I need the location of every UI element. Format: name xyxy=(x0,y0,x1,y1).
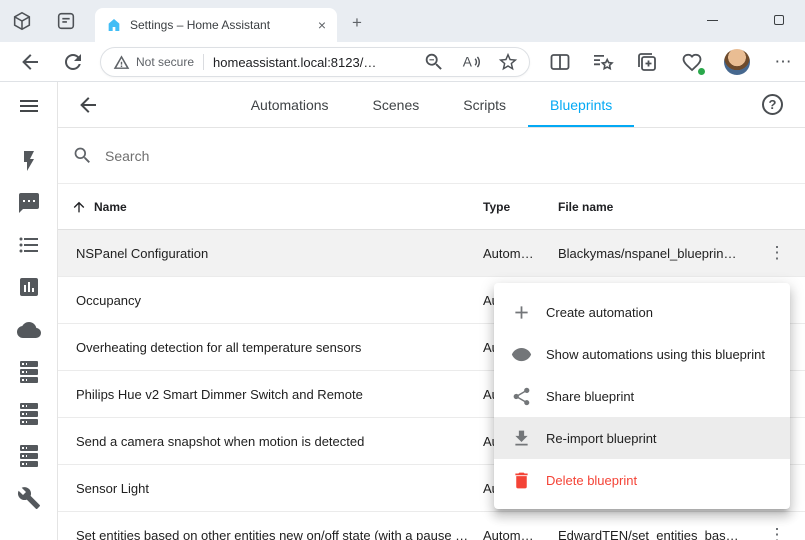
row-file: EdwardTEN/set_entities_bas… xyxy=(558,528,749,540)
search-field[interactable] xyxy=(58,128,805,184)
collections-button[interactable] xyxy=(635,50,659,74)
url-text: homeassistant.local:8123/… xyxy=(213,55,408,70)
column-label-name: Name xyxy=(94,200,127,214)
sidebar-item-developer-tools[interactable] xyxy=(17,486,41,510)
table-header: Name Type File name xyxy=(58,184,805,230)
search-input[interactable] xyxy=(105,148,781,164)
minimize-button[interactable] xyxy=(690,0,734,40)
tab-scripts[interactable]: Scripts xyxy=(441,82,528,127)
split-screen-button[interactable] xyxy=(548,50,572,74)
not-secure-label: Not secure xyxy=(136,55,194,69)
maximize-button[interactable] xyxy=(757,0,801,40)
row-name: Sensor Light xyxy=(58,481,483,496)
menu-item-label: Share blueprint xyxy=(546,389,634,404)
help-button[interactable]: ? xyxy=(762,94,783,115)
ha-sidebar xyxy=(0,82,58,540)
sidebar-item-addon-1[interactable] xyxy=(17,360,41,384)
browser-menu-button[interactable]: ⋯ xyxy=(771,48,795,76)
maximize-icon xyxy=(774,15,784,25)
download-icon xyxy=(511,428,532,449)
tab-title: Settings – Home Assistant xyxy=(130,18,305,32)
ha-header: Automations Scenes Scripts Blueprints ? xyxy=(58,82,805,128)
tab-scenes[interactable]: Scenes xyxy=(351,82,442,127)
plus-icon xyxy=(511,302,532,323)
table-row[interactable]: Set entities based on other entities new… xyxy=(58,512,805,540)
ha-tab-bar: Automations Scenes Scripts Blueprints xyxy=(58,82,805,127)
blueprint-context-menu: Create automation Show automations using… xyxy=(494,283,790,509)
search-icon xyxy=(72,145,93,166)
browser-essentials-button[interactable] xyxy=(680,50,704,74)
row-name: Occupancy xyxy=(58,293,483,308)
menu-item-create-automation[interactable]: Create automation xyxy=(494,291,790,333)
tab-actions-icon[interactable] xyxy=(55,10,77,32)
favorites-button[interactable] xyxy=(591,50,615,74)
browser-titlebar: Settings – Home Assistant × + xyxy=(0,0,805,42)
share-icon xyxy=(511,386,532,407)
menu-item-delete-blueprint[interactable]: Delete blueprint xyxy=(494,459,790,501)
svg-text:A: A xyxy=(463,55,473,70)
menu-item-show-automations[interactable]: Show automations using this blueprint xyxy=(494,333,790,375)
tab-automations[interactable]: Automations xyxy=(229,82,351,127)
row-name: Philips Hue v2 Smart Dimmer Switch and R… xyxy=(58,387,483,402)
workspaces-icon[interactable] xyxy=(11,10,33,32)
row-file: Blackymas/nspanel_blueprin… xyxy=(558,246,749,261)
column-header-file[interactable]: File name xyxy=(558,200,749,214)
row-menu-button[interactable]: ⋮ xyxy=(765,241,789,265)
tab-close-button[interactable]: × xyxy=(313,16,331,34)
row-name: Set entities based on other entities new… xyxy=(58,528,483,540)
row-type: Autom… xyxy=(483,528,558,540)
sidebar-item-energy[interactable] xyxy=(17,149,41,173)
menu-item-reimport-blueprint[interactable]: Re-import blueprint xyxy=(494,417,790,459)
table-row[interactable]: NSPanel Configuration Autom… Blackymas/n… xyxy=(58,230,805,277)
read-aloud-button[interactable]: A xyxy=(460,51,482,73)
new-tab-button[interactable]: + xyxy=(347,13,367,33)
browser-tab[interactable]: Settings – Home Assistant × xyxy=(95,8,337,42)
profile-avatar[interactable] xyxy=(724,49,750,75)
sidebar-item-cloud[interactable] xyxy=(17,318,41,342)
refresh-button[interactable] xyxy=(61,50,85,74)
address-divider xyxy=(203,54,204,70)
home-assistant-favicon xyxy=(106,17,122,33)
browser-toolbar: Not secure homeassistant.local:8123/… A … xyxy=(0,42,805,82)
tab-blueprints[interactable]: Blueprints xyxy=(528,82,634,127)
sidebar-item-logbook[interactable] xyxy=(17,233,41,257)
row-name: NSPanel Configuration xyxy=(58,246,483,261)
browser-back-button[interactable] xyxy=(18,50,42,74)
green-status-badge xyxy=(697,67,706,76)
zoom-out-icon[interactable] xyxy=(423,51,445,73)
row-menu-button[interactable]: ⋮ xyxy=(765,523,789,540)
menu-item-label: Create automation xyxy=(546,305,653,320)
sidebar-menu-button[interactable] xyxy=(17,94,41,118)
sidebar-item-addon-2[interactable] xyxy=(17,402,41,426)
menu-item-label: Delete blueprint xyxy=(546,473,637,488)
sidebar-item-assist[interactable] xyxy=(17,191,41,215)
column-header-type[interactable]: Type xyxy=(483,200,558,214)
column-header-name[interactable]: Name xyxy=(58,199,483,215)
sidebar-item-addon-3[interactable] xyxy=(17,444,41,468)
address-bar[interactable]: Not secure homeassistant.local:8123/… A xyxy=(100,47,530,77)
row-type: Autom… xyxy=(483,246,558,261)
sidebar-item-history[interactable] xyxy=(17,275,41,299)
row-name: Overheating detection for all temperatur… xyxy=(58,340,483,355)
ha-back-button[interactable] xyxy=(76,93,100,117)
eye-icon xyxy=(511,344,532,365)
row-name: Send a camera snapshot when motion is de… xyxy=(58,434,483,449)
not-secure-warning-icon[interactable] xyxy=(113,54,130,71)
sort-ascending-icon[interactable] xyxy=(71,199,87,215)
minimize-icon xyxy=(707,20,718,21)
menu-item-label: Re-import blueprint xyxy=(546,431,657,446)
menu-item-share-blueprint[interactable]: Share blueprint xyxy=(494,375,790,417)
menu-item-label: Show automations using this blueprint xyxy=(546,347,765,362)
delete-icon xyxy=(511,470,532,491)
favorite-star-button[interactable] xyxy=(497,51,519,73)
